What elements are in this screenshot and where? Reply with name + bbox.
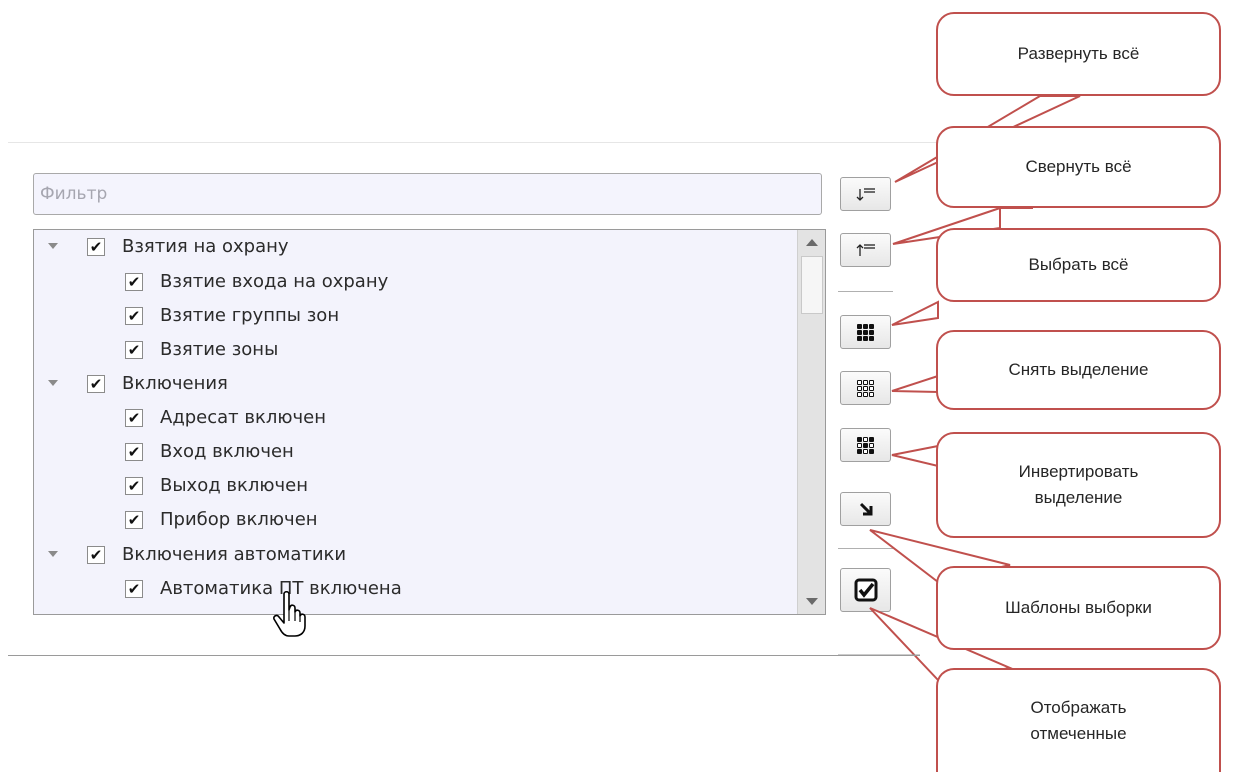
tree-item-label: Взятие зоны	[160, 339, 279, 360]
callout-deselect: Снять выделение	[936, 330, 1221, 410]
invert-selection-grid-icon	[857, 436, 874, 454]
callout-invert-selection: Инвертировать выделение	[936, 432, 1221, 538]
callout-select-all: Выбрать всё	[936, 228, 1221, 302]
expand-arrow-icon[interactable]	[48, 380, 58, 386]
callout-show-checked: Отображать отмеченные	[936, 668, 1221, 772]
invert-selection-button[interactable]	[840, 428, 891, 462]
panel-top-divider	[8, 142, 938, 143]
callout-text: Свернуть всё	[1025, 157, 1132, 176]
expand-all-icon	[856, 188, 875, 201]
deselect-grid-icon	[857, 379, 874, 397]
callout-expand-all: Развернуть всё	[936, 12, 1221, 96]
tree-item-label: Адресат включен	[160, 407, 327, 428]
arrow-down-right-icon	[859, 502, 872, 516]
callout-text: Отображать	[1030, 698, 1127, 717]
panel-bottom-divider	[8, 655, 920, 656]
toolbar-separator	[838, 548, 893, 549]
callout-text: выделение	[1034, 488, 1123, 507]
selection-templates-button[interactable]	[840, 492, 891, 526]
callout-selection-templates: Шаблоны выборки	[936, 566, 1221, 650]
checkbox[interactable]: ✔	[125, 580, 143, 598]
tree-item-row[interactable]: ✔ Взятие зоны	[34, 334, 794, 368]
tree-item-label: Взятия на охрану	[122, 236, 289, 257]
expand-all-button[interactable]	[840, 177, 891, 211]
tree-item-label: Взятие входа на охрану	[160, 271, 389, 292]
checkbox[interactable]: ✔	[125, 273, 143, 291]
deselect-button[interactable]	[840, 371, 891, 405]
tree-item-label: Включения автоматики	[122, 544, 347, 565]
tree-item-row[interactable]: ✔ Прибор включен	[34, 504, 794, 538]
select-all-button[interactable]	[840, 315, 891, 349]
tree-item-label: Взятие группы зон	[160, 305, 340, 326]
tree-item-row[interactable]: ✔ Взятие входа на охрану	[34, 266, 794, 300]
checkbox[interactable]: ✔	[87, 546, 105, 564]
collapse-all-icon	[856, 244, 875, 256]
callout-text: Инвертировать	[1018, 462, 1139, 481]
collapse-all-button[interactable]	[840, 233, 891, 267]
tree-item-label: Выход включен	[160, 475, 309, 496]
tree-item-row[interactable]: ✔ Вход включен	[34, 436, 794, 470]
tree-item-row[interactable]: ✔ Адресат включен	[34, 402, 794, 436]
tree-item-label: Включения	[122, 373, 228, 394]
tree-item-row[interactable]: ✔ Взятие группы зон	[34, 300, 794, 334]
expand-arrow-icon[interactable]	[48, 243, 58, 249]
checkbox[interactable]: ✔	[125, 477, 143, 495]
callout-collapse-all: Свернуть всё	[936, 126, 1221, 208]
checkbox[interactable]: ✔	[87, 238, 105, 256]
tree-item-row-partial[interactable]	[34, 608, 794, 614]
tree-item-label: Прибор включен	[160, 509, 318, 530]
checkbox[interactable]: ✔	[125, 341, 143, 359]
tree-item-row[interactable]: ✔ Автоматика ПТ включена	[34, 573, 794, 607]
tree-group-row[interactable]: ✔ Взятия на охрану	[34, 231, 794, 265]
tree-group-row[interactable]: ✔ Включения автоматики	[34, 539, 794, 573]
expand-arrow-icon[interactable]	[48, 551, 58, 557]
filter-panel-annotated: ✔ Взятия на охрану ✔ Взятие входа на охр…	[0, 0, 1243, 772]
toolbar-separator	[838, 291, 893, 292]
callout-text: Снять выделение	[1008, 360, 1149, 379]
show-checked-button[interactable]	[840, 568, 891, 612]
callout-text: отмеченные	[1030, 724, 1127, 743]
checkbox[interactable]: ✔	[87, 375, 105, 393]
checkbox[interactable]: ✔	[125, 409, 143, 427]
callout-text: Развернуть всё	[1017, 44, 1140, 63]
vertical-scrollbar[interactable]	[797, 230, 825, 614]
event-tree[interactable]: ✔ Взятия на охрану ✔ Взятие входа на охр…	[33, 229, 826, 615]
filter-input[interactable]	[33, 173, 822, 215]
checkbox[interactable]: ✔	[125, 511, 143, 529]
tree-item-label: Вход включен	[160, 441, 294, 462]
checkbox[interactable]: ✔	[125, 443, 143, 461]
hand-cursor-icon	[273, 590, 306, 637]
scroll-down-arrow-icon[interactable]	[806, 598, 818, 605]
scrollbar-thumb[interactable]	[801, 256, 823, 314]
callout-text: Выбрать всё	[1028, 255, 1129, 274]
select-all-grid-icon	[857, 323, 874, 341]
checkbox[interactable]: ✔	[125, 307, 143, 325]
checkbox-checked-icon	[854, 578, 877, 602]
tree-group-row[interactable]: ✔ Включения	[34, 368, 794, 402]
callout-text: Шаблоны выборки	[1005, 598, 1152, 617]
tree-item-row[interactable]: ✔ Выход включен	[34, 470, 794, 504]
scroll-up-arrow-icon[interactable]	[806, 239, 818, 246]
